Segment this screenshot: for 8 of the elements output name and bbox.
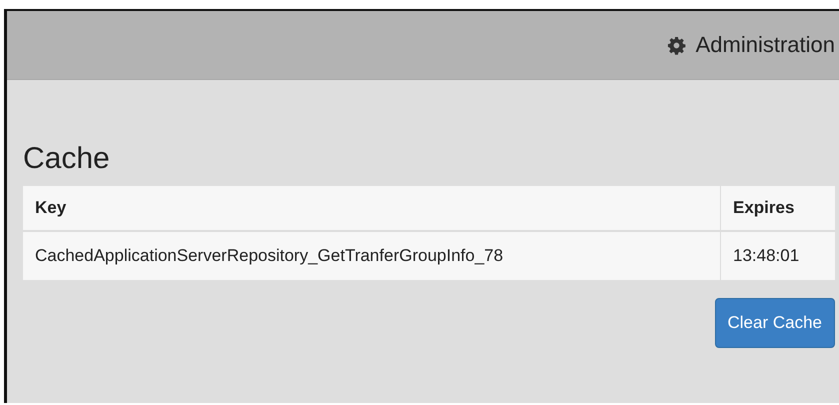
administration-menu[interactable]: Administration (666, 32, 839, 58)
column-header: Expires (720, 186, 835, 231)
settings-icon (666, 36, 686, 54)
clear-cache-button[interactable]: Clear Cache (714, 298, 835, 348)
table-cell: 13:48:01 (720, 231, 835, 280)
column-header: Key (23, 186, 720, 231)
page-title: Cache (23, 142, 111, 176)
table-cell: CachedApplicationServerRepository_GetTranferGroupInfo_78 (23, 231, 720, 280)
